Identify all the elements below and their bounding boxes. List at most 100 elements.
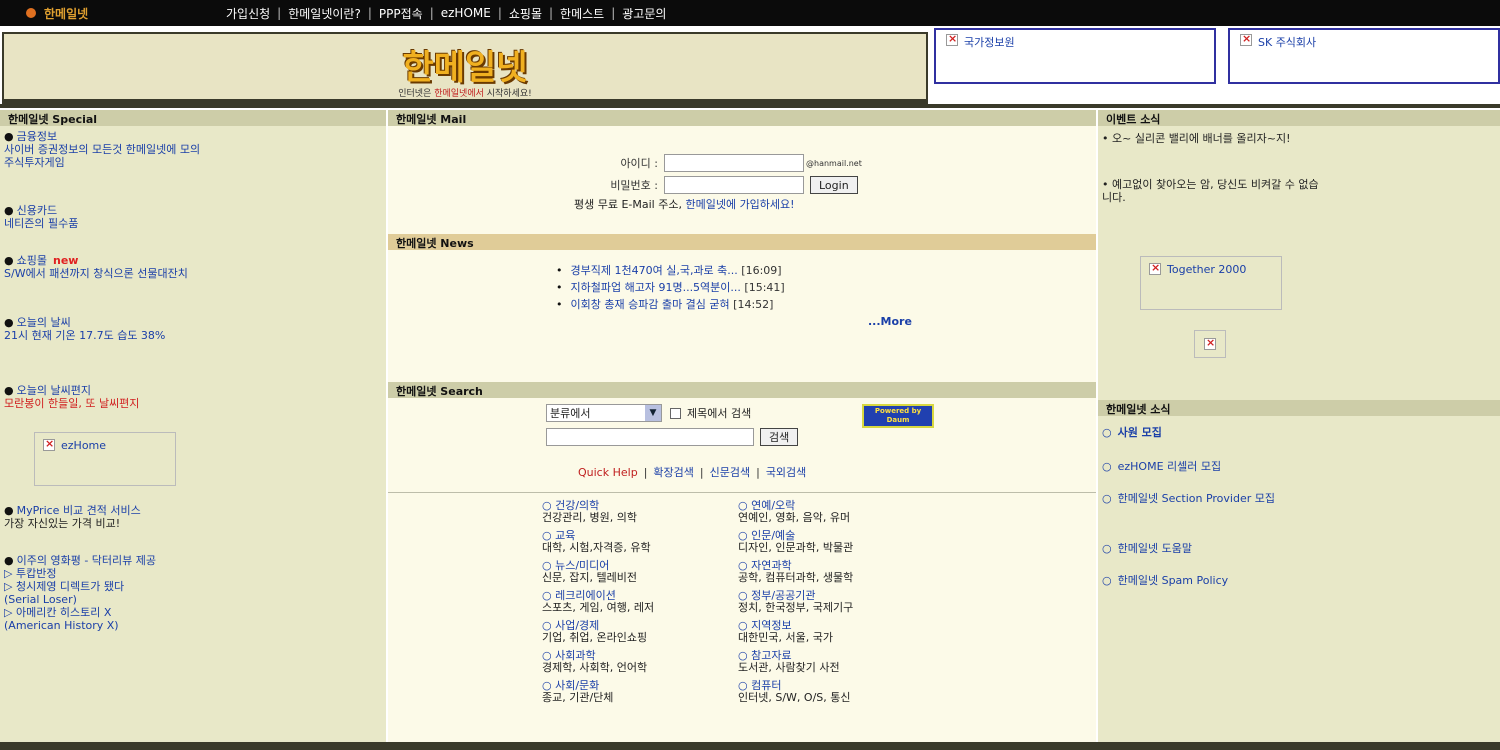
ezhome-banner[interactable]: ezHome <box>34 432 176 486</box>
ezhome-label: ezHome <box>61 439 107 452</box>
event-item[interactable]: • 예고없이 찾아오는 암, 당신도 비켜갈 수 없습니다. <box>1102 178 1322 204</box>
logo-area[interactable]: 한메일넷 인터넷은 한메일넷에서 시작하세요! <box>2 32 928 104</box>
news-link-recruit[interactable]: ○ 사원 모집 <box>1102 424 1162 440</box>
news-link-help[interactable]: ○ 한메일넷 도움말 <box>1102 540 1192 556</box>
category-select[interactable]: 분류에서 ▼ <box>546 404 662 422</box>
item-desc[interactable]: 사이버 증권정보의 모든것 한메일넷에 모의 주식투자게임 <box>4 143 204 169</box>
header-divider <box>0 104 1500 108</box>
powered-by-badge[interactable]: Powered by Daum <box>862 404 934 428</box>
quick-help-link[interactable]: Quick Help <box>578 466 638 479</box>
search-button[interactable]: 검색 <box>760 428 799 446</box>
login-button[interactable]: Login <box>810 176 858 194</box>
item-title[interactable]: 신용카드 <box>17 204 57 217</box>
broken-image-icon <box>1149 261 1161 275</box>
item-desc[interactable]: S/W에서 패션까지 창식으론 선물대잔치 <box>4 267 194 280</box>
news-link-spam-policy[interactable]: ○ 한메일넷 Spam Policy <box>1102 572 1228 588</box>
left-sidebar: 한메일넷 Special ● 금융정보 사이버 증권정보의 모든것 한메일넷에 모… <box>0 110 386 742</box>
item-title[interactable]: 금융정보 <box>17 130 57 143</box>
myprice-title[interactable]: MyPrice 비교 견적 서비스 <box>17 504 141 517</box>
movie-line[interactable]: ▷ 아메리칸 히스토리 X <box>4 606 214 619</box>
nav-ppp[interactable]: PPP접속 <box>379 5 423 22</box>
small-banner[interactable] <box>1194 330 1226 358</box>
news-headline[interactable]: 지하철파업 해고자 91명...5역분이... <box>571 281 741 294</box>
news-item[interactable]: • 이회창 총재 승파감 출마 결심 굳혀 [14:52] <box>556 296 785 313</box>
item-title[interactable]: 쇼핑몰 <box>17 254 47 267</box>
directory-sub[interactable]: 도서관, 사람찾기 사전 <box>738 662 928 674</box>
foreign-search-link[interactable]: 국외검색 <box>766 466 806 479</box>
nav-hanmest[interactable]: 한메스트 <box>560 5 604 22</box>
event-text[interactable]: 예고없이 찾아오는 암, 당신도 비켜갈 수 없습니다. <box>1102 178 1319 204</box>
item-title[interactable]: 오늘의 날씨편지 <box>17 384 91 397</box>
directory-sub[interactable]: 대한민국, 서울, 국가 <box>738 632 928 644</box>
news-link-reseller[interactable]: ○ ezHOME 리셀러 모집 <box>1102 458 1221 474</box>
search-links: Quick Help | 확장검색 | 신문검색 | 국외검색 <box>578 464 806 480</box>
brand[interactable]: 한메일넷 <box>26 5 226 22</box>
special-item-card: ● 신용카드 네티즌의 필수품 <box>4 204 204 230</box>
directory-sub[interactable]: 스포츠, 게임, 여행, 레저 <box>542 602 722 614</box>
nav-signup[interactable]: 가입신청 <box>226 5 270 22</box>
directory-sub[interactable]: 대학, 시험,자격증, 유학 <box>542 542 722 554</box>
together-2000-banner[interactable]: Together 2000 <box>1140 256 1282 310</box>
special-item-weather-letter: ● 오늘의 날씨편지 모란봉이 한들일, 또 날씨편지 <box>4 384 244 410</box>
movie-line[interactable]: (American History X) <box>4 619 214 632</box>
directory-sub[interactable]: 공학, 컴퓨터과학, 생물학 <box>738 572 928 584</box>
broken-image-icon <box>43 437 55 451</box>
directory-sub[interactable]: 정치, 한국정부, 국제기구 <box>738 602 928 614</box>
news-item[interactable]: • 지하철파업 해고자 91명...5역분이... [15:41] <box>556 279 785 296</box>
news-link-section-provider[interactable]: ○ 한메일넷 Section Provider 모집 <box>1102 492 1342 505</box>
movie-line[interactable]: ▷ 투캅반정 <box>4 567 214 580</box>
directory-sub[interactable]: 연예인, 영화, 음악, 유머 <box>738 512 928 524</box>
directory-sub[interactable]: 건강관리, 병원, 의학 <box>542 512 722 524</box>
signup-link[interactable]: 한메일넷에 가입하세요! <box>685 198 794 211</box>
movie-title[interactable]: 이주의 영화평 - 닥터리뷰 제공 <box>17 554 156 567</box>
nav-shop[interactable]: 쇼핑몰 <box>509 5 542 22</box>
news-header: 한메일넷 News <box>388 234 1096 250</box>
directory-sub[interactable]: 기업, 취업, 온라인쇼핑 <box>542 632 722 644</box>
directory-sub[interactable]: 인터넷, S/W, O/S, 통신 <box>738 692 928 704</box>
item-desc[interactable]: 네티즌의 필수품 <box>4 217 204 230</box>
section-divider <box>388 492 1096 493</box>
nav-ad[interactable]: 광고문의 <box>622 5 666 22</box>
id-input[interactable] <box>664 154 804 172</box>
footer-divider <box>0 742 1500 750</box>
item-title[interactable]: 오늘의 날씨 <box>17 316 71 329</box>
directory-sub[interactable]: 경제학, 사회학, 언어학 <box>542 662 722 674</box>
chevron-down-icon[interactable]: ▼ <box>645 405 661 421</box>
password-row: 비밀번호 : Login <box>568 176 858 194</box>
broken-image-icon <box>946 32 958 46</box>
bullet-icon: • <box>556 298 563 311</box>
banner-sk[interactable]: SK 주식회사 <box>1228 28 1500 84</box>
event-text[interactable]: 오~ 실리콘 밸리에 배너를 올리자~지! <box>1112 132 1291 145</box>
bullet-icon: ● <box>4 316 14 329</box>
extended-search-link[interactable]: 확장검색 <box>653 466 693 479</box>
nav-about[interactable]: 한메일넷이란? <box>288 5 361 22</box>
mail-domain: @hanmail.net <box>806 158 862 168</box>
event-item[interactable]: • 오~ 실리콘 밸리에 배너를 올리자~지! <box>1102 132 1322 145</box>
circle-bullet-icon: ○ <box>1102 492 1112 505</box>
directory-sub[interactable]: 종교, 기관/단체 <box>542 692 722 704</box>
top-nav-links: 가입신청 | 한메일넷이란? | PPP접속 | ezHOME | 쇼핑몰 | 한메스트 |… <box>226 5 666 22</box>
newspaper-search-link[interactable]: 신문검색 <box>710 466 750 479</box>
directory-sub[interactable]: 신문, 잡지, 텔레비전 <box>542 572 722 584</box>
movie-line[interactable]: (Serial Loser) <box>4 593 214 606</box>
tagline-post: 시작하세요! <box>483 89 532 99</box>
password-input[interactable] <box>664 176 804 194</box>
nav-ezhome[interactable]: ezHOME <box>441 6 491 20</box>
right-sidebar: 이벤트 소식 • 오~ 실리콘 밸리에 배너를 올리자~지! • 예고없이 찾아… <box>1098 110 1500 742</box>
event-header: 이벤트 소식 <box>1098 110 1500 126</box>
news-item[interactable]: • 경부직제 1천470여 실,국,과로 축... [16:09] <box>556 262 785 279</box>
title-search-checkbox[interactable] <box>670 407 681 419</box>
news-more-link[interactable]: ...More <box>868 315 912 328</box>
banner-nis[interactable]: 국가정보원 <box>934 28 1216 84</box>
tagline-pre: 인터넷은 <box>398 89 435 99</box>
search-input[interactable] <box>546 428 754 446</box>
item-desc[interactable]: 모란봉이 한들일, 또 날씨편지 <box>4 397 244 410</box>
item-desc[interactable]: 21시 현재 기온 17.7도 습도 38% <box>4 329 204 342</box>
special-item-shop: ● 쇼핑몰 new S/W에서 패션까지 창식으론 선물대잔치 <box>4 254 194 280</box>
news-headline[interactable]: 이회창 총재 승파감 출마 결심 굳혀 <box>571 298 730 311</box>
powered-by-brand: Daum <box>886 416 910 424</box>
movie-line[interactable]: ▷ 청시제영 디렉트가 됐다 <box>4 580 214 593</box>
category-select-value: 분류에서 <box>550 407 591 420</box>
directory-sub[interactable]: 디자인, 인문과학, 박물관 <box>738 542 928 554</box>
news-headline[interactable]: 경부직제 1천470여 실,국,과로 축... <box>571 264 738 277</box>
